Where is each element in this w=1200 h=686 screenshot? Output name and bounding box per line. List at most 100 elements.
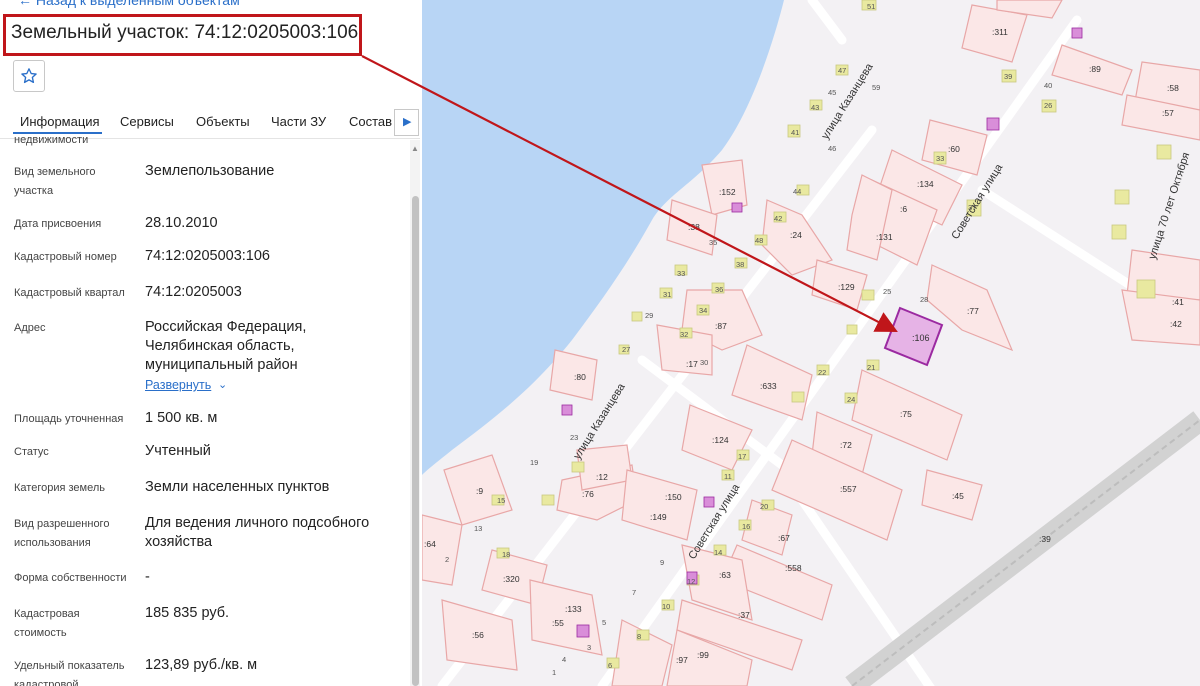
- cadastral-cost-label: Кадастровая стоимость: [14, 608, 80, 639]
- parcel-label: :99: [697, 650, 709, 660]
- parcel-label: :150: [665, 492, 682, 502]
- parcel-label: :57: [1162, 108, 1174, 118]
- building-number: 7: [632, 588, 636, 597]
- back-link[interactable]: ← Назад к выделенным объектам: [18, 0, 240, 8]
- building-number: 9: [660, 558, 664, 567]
- chevron-right-icon: ▶: [403, 116, 412, 128]
- parcel-55[interactable]: [529, 579, 603, 656]
- chevron-down-icon[interactable]: ⌄: [218, 378, 227, 391]
- building-number: 25: [883, 287, 891, 296]
- building-number: 17: [738, 452, 746, 461]
- assigned-date-label: Дата присвоения: [14, 218, 102, 230]
- parcel-label: :17: [686, 359, 698, 369]
- parcel-150[interactable]: [621, 469, 698, 541]
- tab-information[interactable]: Информация: [20, 114, 100, 129]
- permitted-use-value: Для ведения личного подсобного хозяйства: [145, 515, 370, 550]
- parcel-label: :37: [738, 610, 750, 620]
- cadastral-cost-value: 185 835 руб.: [145, 605, 230, 621]
- building-number: 39: [1004, 72, 1012, 81]
- cadastral-number-value: 74:12:0205003:106: [145, 248, 270, 264]
- building-28: [541, 494, 555, 506]
- tab-services[interactable]: Сервисы: [120, 114, 174, 129]
- building-number: 30: [700, 358, 708, 367]
- land-category-label: Категория земель: [14, 482, 105, 494]
- land-use-value: Землепользование: [145, 163, 275, 179]
- favorite-button[interactable]: [13, 60, 45, 92]
- building-21: [846, 324, 858, 335]
- tabs-scroll-right-button[interactable]: ▶: [394, 109, 419, 136]
- parcel-label: :558: [785, 563, 802, 573]
- building-number: 11: [724, 472, 732, 481]
- map-view[interactable]: :106 улица Казанцева улица Казанцева Сов…: [422, 0, 1200, 686]
- building-number: 43: [811, 103, 819, 112]
- parcel-label: :131: [876, 232, 893, 242]
- cadastral-number-label: Кадастровый номер: [14, 251, 117, 263]
- parcel-label: :134: [917, 179, 934, 189]
- building-number: 19: [530, 458, 538, 467]
- building-number: 8: [637, 632, 641, 641]
- tab-objects[interactable]: Объекты: [196, 114, 250, 129]
- parcel-label: :149: [650, 512, 667, 522]
- building-number: 48: [755, 236, 763, 245]
- building-number: 24: [847, 395, 855, 404]
- page-title: Земельный участок: 74:12:0205003:106: [11, 22, 359, 43]
- assigned-date-value: 28.10.2010: [145, 215, 218, 231]
- building-number: 28: [920, 295, 928, 304]
- parcel-42[interactable]: [1121, 289, 1200, 346]
- parcel-label: :56: [472, 630, 484, 640]
- parcel-label: :64: [424, 539, 436, 549]
- building-number: 13: [474, 524, 482, 533]
- address-label: Адрес: [14, 322, 46, 334]
- parcel-label: :124: [712, 435, 729, 445]
- building-number: 33: [677, 269, 685, 278]
- truncated-field-label: недвижимости: [14, 134, 89, 146]
- building-number: 38: [736, 260, 744, 269]
- parcel-label: :87: [715, 321, 727, 331]
- parcel-label: :63: [719, 570, 731, 580]
- scroll-up-arrow-icon[interactable]: ▲: [411, 144, 419, 153]
- building-number: 6: [608, 661, 612, 670]
- building-number: 26: [1044, 101, 1052, 110]
- building-13: [1114, 189, 1130, 205]
- building-number: 10: [662, 602, 670, 611]
- parcel-label: :45: [952, 491, 964, 501]
- building-number: 35: [709, 238, 717, 247]
- permitted-use-label: Вид разрешенного использования: [14, 518, 110, 549]
- building-number: 44: [793, 187, 801, 196]
- building-number: 18: [502, 550, 510, 559]
- building-number: 46: [828, 144, 836, 153]
- building-number: 2: [445, 555, 449, 564]
- building-17: [791, 391, 805, 403]
- parcel-label: :24: [790, 230, 802, 240]
- building-number: 31: [663, 290, 671, 299]
- back-link-label[interactable]: Назад к выделенным объектам: [36, 0, 240, 8]
- building-22b: [571, 461, 585, 473]
- parcel-label: :633: [760, 381, 777, 391]
- parcel-label: :9: [476, 486, 483, 496]
- building-number: 29: [645, 311, 653, 320]
- tab-composition[interactable]: Состав: [349, 114, 392, 129]
- building-2: [1136, 279, 1156, 299]
- scrollbar-thumb[interactable]: [412, 196, 419, 686]
- parcel-label: :152: [719, 187, 736, 197]
- parcel-64[interactable]: [422, 514, 463, 586]
- star-icon: [21, 68, 37, 84]
- land-category-value: Земли населенных пунктов: [145, 479, 330, 495]
- parcel-label: :41: [1172, 297, 1184, 307]
- parcel-label: :76: [582, 489, 594, 499]
- building-number: 1: [552, 668, 556, 677]
- specific-indicator-value: 123,89 руб./кв. м: [145, 657, 258, 673]
- tab-parts[interactable]: Части ЗУ: [271, 114, 326, 129]
- building-number: 3: [587, 643, 591, 652]
- parcel-label: :75: [900, 409, 912, 419]
- building-29: [631, 311, 643, 322]
- building-number: 41: [791, 128, 799, 137]
- land-use-label: Вид земельного участка: [14, 166, 96, 197]
- building-number: 12: [687, 577, 695, 586]
- street-70-let-oktyabrya: улица 70 лет Октября: [1146, 151, 1192, 261]
- expand-address-link[interactable]: Развернуть: [145, 378, 211, 392]
- area-label: Площадь уточненная: [14, 413, 124, 425]
- parcel-label: :557: [840, 484, 857, 494]
- cadastral-map[interactable]: :106 улица Казанцева улица Казанцева Сов…: [422, 0, 1200, 686]
- ownership-label: Форма собственности: [14, 572, 127, 584]
